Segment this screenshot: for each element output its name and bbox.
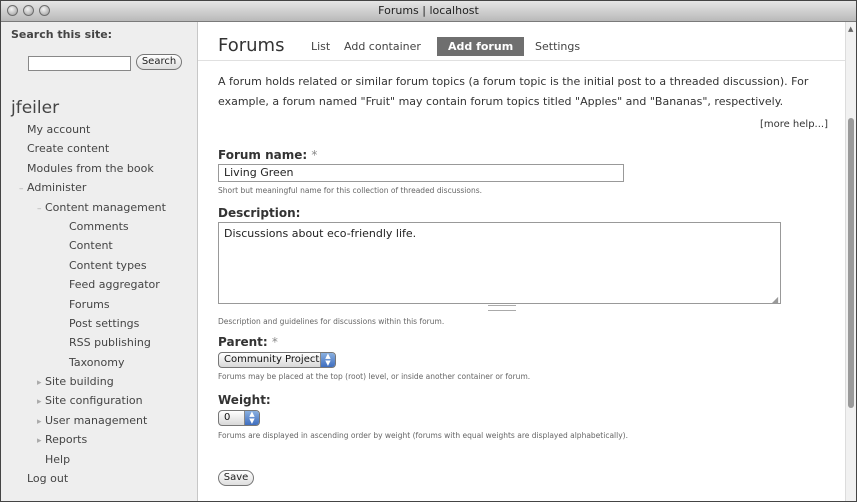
sidebar-item-log-out[interactable]: Log out bbox=[1, 469, 197, 488]
sidebar-item-label: Modules from the book bbox=[27, 161, 154, 175]
browser-window: Forums | localhost Search this site: Sea… bbox=[0, 0, 857, 502]
sidebar-item-label: Content types bbox=[69, 258, 147, 272]
sidebar-item-label: Comments bbox=[69, 219, 129, 233]
resize-handle-icon[interactable]: ◢ bbox=[772, 295, 778, 304]
sidebar-item-label: Reports bbox=[45, 433, 88, 447]
parent-label: Parent: * bbox=[218, 335, 278, 349]
parent-label-text: Parent: bbox=[218, 335, 268, 349]
sidebar-item-my-account[interactable]: My account bbox=[1, 120, 197, 139]
sidebar-item-content-types[interactable]: Content types bbox=[1, 256, 197, 275]
collapsed-bullet-icon: ▸ bbox=[37, 378, 42, 389]
sidebar-item-label: My account bbox=[27, 123, 91, 136]
sidebar-item-label: Forums bbox=[69, 297, 110, 311]
sidebar-item-site-configuration[interactable]: ▸ Site configuration bbox=[1, 391, 197, 410]
search-label: Search this site: bbox=[11, 28, 113, 41]
parent-description: Forums may be placed at the top (root) l… bbox=[218, 372, 531, 381]
sidebar-item-label: Content bbox=[69, 239, 113, 253]
tab-list[interactable]: List bbox=[311, 40, 330, 53]
scrollbar-thumb[interactable] bbox=[848, 118, 854, 408]
collapsed-bullet-icon: ▸ bbox=[37, 397, 42, 408]
navigation-menu: My account Create content Modules from t… bbox=[1, 120, 197, 488]
search-input[interactable] bbox=[28, 56, 131, 71]
expanded-bullet-icon: – bbox=[37, 203, 42, 214]
sidebar-item-content-management[interactable]: – Content management bbox=[1, 198, 197, 217]
sidebar-item-feed-aggregator[interactable]: Feed aggregator bbox=[1, 275, 197, 294]
collapsed-bullet-icon: ▸ bbox=[37, 416, 42, 427]
description-description: Description and guidelines for discussio… bbox=[218, 317, 445, 326]
description-label: Description: bbox=[218, 206, 301, 220]
sidebar-item-label: Post settings bbox=[69, 316, 140, 330]
sidebar-item-label: Log out bbox=[27, 472, 69, 486]
sidebar-item-site-building[interactable]: ▸ Site building bbox=[1, 372, 197, 391]
collapsed-bullet-icon: ▸ bbox=[37, 436, 42, 447]
tab-settings[interactable]: Settings bbox=[535, 40, 580, 53]
page-title: Forums bbox=[218, 35, 285, 56]
sidebar-item-administer[interactable]: – Administer bbox=[1, 178, 197, 197]
sidebar-item-label: Feed aggregator bbox=[69, 278, 160, 292]
description-textarea[interactable]: Discussions about eco-friendly life. bbox=[218, 222, 781, 304]
sidebar-item-user-management[interactable]: ▸ User management bbox=[1, 411, 197, 430]
save-button[interactable]: Save bbox=[218, 470, 254, 486]
sidebar-item-label: Taxonomy bbox=[69, 355, 125, 369]
username-heading: jfeiler bbox=[11, 98, 60, 118]
expanded-bullet-icon: – bbox=[19, 184, 24, 195]
sidebar-item-content[interactable]: Content bbox=[1, 236, 197, 255]
weight-select[interactable]: 0 ▲ ▼ bbox=[218, 410, 260, 426]
select-arrows-icon: ▲ ▼ bbox=[244, 411, 259, 425]
forum-name-label-text: Forum name: bbox=[218, 148, 308, 162]
sidebar: Search this site: Search jfeiler My acco… bbox=[1, 22, 198, 501]
tabs-bar: Forums List Add container Add forum Sett… bbox=[198, 22, 846, 61]
forum-name-description: Short but meaningful name for this colle… bbox=[218, 186, 482, 195]
page-content: Search this site: Search jfeiler My acco… bbox=[1, 22, 856, 501]
sidebar-item-post-settings[interactable]: Post settings bbox=[1, 314, 197, 333]
sidebar-item-label: Site configuration bbox=[45, 394, 143, 408]
sidebar-item-comments[interactable]: Comments bbox=[1, 217, 197, 236]
weight-select-value: 0 bbox=[224, 412, 231, 423]
sidebar-item-label: Help bbox=[45, 452, 71, 466]
sidebar-item-create-content[interactable]: Create content bbox=[1, 139, 197, 158]
parent-select[interactable]: Community Projects ▲ ▼ bbox=[218, 352, 336, 368]
sidebar-item-label: Site building bbox=[45, 375, 114, 389]
vertical-scrollbar[interactable]: ▲ bbox=[845, 22, 856, 501]
tab-add-forum[interactable]: Add forum bbox=[437, 37, 525, 56]
sidebar-item-label: Content management bbox=[45, 200, 166, 214]
title-bar: Forums | localhost bbox=[1, 1, 856, 22]
sidebar-item-reports[interactable]: ▸ Reports bbox=[1, 430, 197, 449]
sidebar-item-label: Create content bbox=[27, 142, 110, 156]
main-content: Forums List Add container Add forum Sett… bbox=[198, 22, 856, 501]
sidebar-item-taxonomy[interactable]: Taxonomy bbox=[1, 353, 197, 372]
required-marker: * bbox=[271, 335, 278, 349]
sidebar-item-modules-from-the-book[interactable]: Modules from the book bbox=[1, 159, 197, 178]
select-arrows-icon: ▲ ▼ bbox=[320, 353, 335, 367]
help-text: A forum holds related or similar forum t… bbox=[218, 75, 809, 108]
sidebar-item-forums[interactable]: Forums bbox=[1, 295, 197, 314]
weight-description: Forums are displayed in ascending order … bbox=[218, 431, 628, 440]
scroll-up-icon[interactable]: ▲ bbox=[848, 25, 853, 33]
sidebar-item-rss-publishing[interactable]: RSS publishing bbox=[1, 333, 197, 352]
window-title: Forums | localhost bbox=[378, 4, 479, 17]
sidebar-item-help[interactable]: Help bbox=[1, 450, 197, 469]
sidebar-item-label: RSS publishing bbox=[69, 336, 151, 350]
textarea-grippie[interactable] bbox=[488, 305, 516, 311]
more-help-link[interactable]: [more help...] bbox=[760, 119, 828, 130]
parent-select-value: Community Projects bbox=[224, 354, 325, 365]
required-marker: * bbox=[311, 148, 318, 162]
sidebar-item-label: User management bbox=[45, 413, 148, 427]
forum-name-input[interactable]: Living Green bbox=[218, 164, 624, 182]
sidebar-item-label: Administer bbox=[27, 181, 87, 195]
weight-label: Weight: bbox=[218, 393, 271, 407]
forum-name-label: Forum name: * bbox=[218, 148, 317, 162]
search-button[interactable]: Search bbox=[136, 54, 182, 70]
tab-add-container[interactable]: Add container bbox=[344, 40, 421, 53]
